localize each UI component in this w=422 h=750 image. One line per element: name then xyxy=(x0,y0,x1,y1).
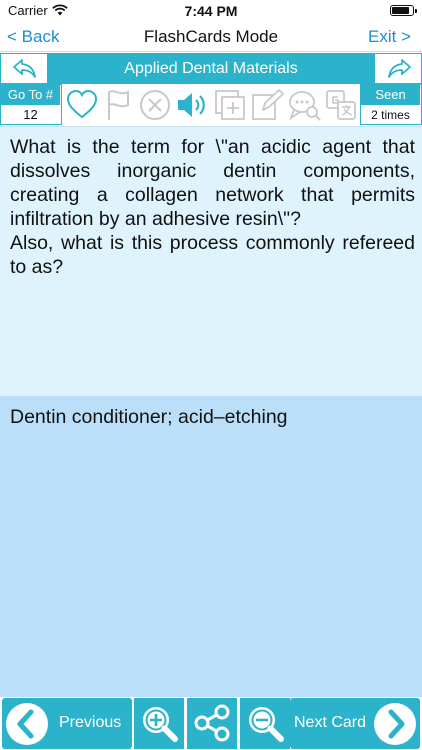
speaker-icon[interactable] xyxy=(175,88,209,122)
previous-arrow-button[interactable] xyxy=(0,53,48,84)
previous-label: Previous xyxy=(59,714,122,731)
edit-icon[interactable] xyxy=(250,88,284,122)
add-card-icon[interactable] xyxy=(213,88,247,122)
goto-card-box[interactable]: Go To # 12 xyxy=(0,84,62,125)
seen-value: 2 times xyxy=(371,108,410,122)
goto-value[interactable]: 12 xyxy=(1,106,60,124)
battery-level xyxy=(392,7,409,14)
goto-label: Go To # xyxy=(1,85,60,105)
previous-button[interactable]: Previous xyxy=(2,698,132,749)
next-card-button[interactable]: Next Card xyxy=(290,698,420,749)
question-panel[interactable]: What is the term for \"an acidic agent t… xyxy=(0,126,422,396)
forward-arrow-icon xyxy=(388,59,411,78)
battery-icon xyxy=(390,5,417,16)
bottom-bar: Previous Next Card xyxy=(0,697,422,750)
exit-button[interactable]: Exit > xyxy=(368,27,411,47)
navigation-bar: < Back FlashCards Mode Exit > xyxy=(0,22,422,52)
next-arrow-button[interactable] xyxy=(374,53,422,84)
flag-icon[interactable] xyxy=(103,88,137,122)
comment-search-icon[interactable] xyxy=(287,88,321,122)
page-title: FlashCards Mode xyxy=(143,27,279,46)
question-text: What is the term for \"an acidic agent t… xyxy=(10,136,415,278)
share-icon xyxy=(194,704,230,742)
zoom-out-icon xyxy=(249,707,284,742)
seen-label: Seen xyxy=(361,85,420,105)
answer-panel[interactable]: Dentin conditioner; acid–etching xyxy=(0,396,422,697)
zoom-out-button[interactable] xyxy=(240,698,290,749)
status-time: 7:44 PM xyxy=(184,3,238,19)
heart-icon[interactable] xyxy=(65,88,99,122)
status-bar: Carrier 7:44 PM xyxy=(0,0,422,22)
category-title: Applied Dental Materials xyxy=(48,53,374,84)
chevron-left-icon xyxy=(6,703,48,745)
answer-text: Dentin conditioner; acid–etching xyxy=(10,406,288,428)
share-button[interactable] xyxy=(187,698,237,749)
zoom-in-button[interactable] xyxy=(134,698,184,749)
close-circle-icon[interactable] xyxy=(138,88,172,122)
zoom-in-icon xyxy=(143,707,178,742)
next-card-label: Next Card xyxy=(294,714,367,731)
seen-count-box: Seen 2 times xyxy=(360,84,422,125)
chevron-right-icon xyxy=(374,703,416,745)
reply-arrow-icon xyxy=(13,59,36,78)
translate-icon[interactable] xyxy=(324,88,358,122)
